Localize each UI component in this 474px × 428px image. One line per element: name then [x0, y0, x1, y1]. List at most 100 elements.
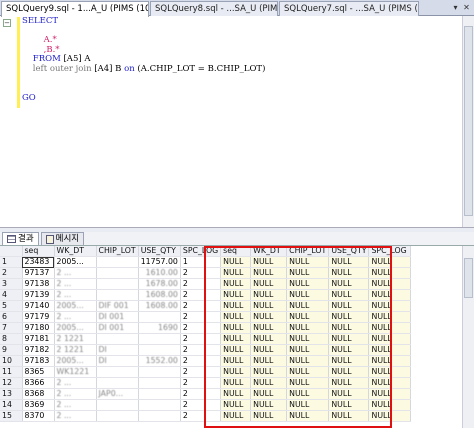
table-cell: NULL — [220, 333, 252, 346]
tab-label: SQLQuery7.sql - ...SA_U (PIMS (101)) — [284, 4, 418, 14]
row-number[interactable]: 2 — [0, 267, 23, 280]
row-number[interactable]: 14 — [0, 399, 23, 412]
table-cell: 2005... — [54, 256, 97, 269]
table-cell — [96, 410, 139, 423]
table-cell: 2 — [180, 388, 222, 401]
table-row[interactable]: 14 8369 2 ... 2 NULL NULL NULL NULL NULL — [0, 399, 412, 412]
change-tracking-bar — [17, 16, 20, 108]
column-header[interactable]: seq — [220, 246, 252, 258]
table-cell: NULL — [220, 278, 252, 291]
column-header[interactable]: SPC_LOG — [368, 246, 412, 258]
table-row[interactable]: 15 8370 2 ... 2 NULL NULL NULL NULL NULL — [0, 410, 412, 423]
table-row[interactable]: 12 8366 2 ... 2 NULL NULL NULL NULL NULL — [0, 377, 412, 390]
table-row[interactable]: 10 97183 2005... DI 1552.00 2 NULL NULL NULL NULL… — [0, 355, 412, 368]
table-row[interactable]: 11 8365 WK1221 2 NULL NULL NULL NULL NULL — [0, 366, 412, 379]
sql-code[interactable]: SELECT A.* ,B.* FROM [A5] A left outer j… — [22, 16, 265, 103]
column-header[interactable]: WK_DT — [54, 246, 97, 258]
column-header[interactable] — [0, 246, 23, 258]
table-cell: NULL — [328, 410, 370, 423]
table-row[interactable]: 7 97180 2005... DI 001 1690 2 NULL NULL NULL NULL… — [0, 322, 412, 335]
table-cell: NULL — [328, 355, 370, 368]
table-cell: NULL — [286, 289, 330, 302]
table-cell: NULL — [220, 256, 252, 269]
table-cell: NULL — [368, 388, 412, 401]
row-number[interactable]: 4 — [0, 289, 23, 302]
table-cell: NULL — [220, 366, 252, 379]
table-row[interactable]: 13 8368 2 ... JAP0... 2 NULL NULL NULL NULL NULL — [0, 388, 412, 401]
table-cell: NULL — [250, 377, 288, 390]
table-cell: 2 — [180, 289, 222, 302]
table-cell: NULL — [368, 300, 412, 313]
table-cell — [96, 278, 139, 291]
query-editor[interactable]: − SELECT A.* ,B.* FROM [A5] A left outer… — [0, 16, 474, 228]
table-cell: NULL — [368, 278, 412, 291]
tab-sqlquery9[interactable]: SQLQuery9.sql - 1...A_U (PIMS (103))* ✕ — [1, 1, 149, 17]
tab-sqlquery8[interactable]: SQLQuery8.sql - ...SA_U (PIMS (102)) — [150, 1, 278, 16]
table-cell — [96, 256, 139, 269]
table-cell: NULL — [286, 355, 330, 368]
table-row[interactable]: 2 97137 2 ... 1610.00 2 NULL NULL NULL NULL NULL — [0, 267, 412, 280]
table-cell: 97181 — [22, 333, 55, 346]
scroll-thumb[interactable] — [464, 258, 473, 298]
column-header[interactable]: USE_QTY — [328, 246, 370, 258]
table-cell: NULL — [220, 377, 252, 390]
editor-vertical-scrollbar[interactable] — [462, 16, 474, 227]
column-header[interactable]: WK_DT — [250, 246, 288, 258]
tab-sqlquery7[interactable]: SQLQuery7.sql - ...SA_U (PIMS (101)) — [279, 1, 419, 16]
table-row[interactable]: 1 23483 2005... 11757.00 1 NULL NULL NULL NULL NU… — [0, 256, 412, 269]
table-row[interactable]: 3 97138 2 ... 1678.00 2 NULL NULL NULL NULL NULL — [0, 278, 412, 291]
table-cell: NULL — [250, 289, 288, 302]
table-cell: NULL — [286, 366, 330, 379]
table-row[interactable]: 9 97182 2 1221 DI 2 NULL NULL NULL NULL NULL — [0, 344, 412, 357]
results-grid[interactable]: seq WK_DT CHIP_LOT USE_QTY SPC_LOG seq WK_DT CH… — [0, 246, 474, 428]
row-number[interactable]: 9 — [0, 344, 23, 357]
close-icon[interactable]: ✕ — [462, 2, 471, 13]
column-header[interactable]: CHIP_LOT — [96, 246, 139, 258]
table-row[interactable]: 8 97181 2 1221 2 NULL NULL NULL NULL NULL — [0, 333, 412, 346]
column-header[interactable]: CHIP_LOT — [286, 246, 330, 258]
results-vertical-scrollbar[interactable] — [462, 246, 474, 428]
table-cell: DIF 001 — [96, 300, 139, 313]
table-cell: 2 — [180, 333, 222, 346]
row-number[interactable]: 15 — [0, 410, 23, 423]
chevron-down-icon[interactable]: ▾ — [451, 2, 460, 13]
code-token: ,B.* — [22, 44, 60, 55]
tab-results[interactable]: 결과 — [2, 232, 39, 245]
table-cell: NULL — [286, 311, 330, 324]
table-cell: 97183 — [22, 355, 55, 368]
table-row[interactable]: 4 97139 2 ... 1608.00 2 NULL NULL NULL NULL NULL — [0, 289, 412, 302]
column-header[interactable]: SPC_LOG — [180, 246, 222, 258]
table-cell: NULL — [328, 311, 370, 324]
row-number[interactable]: 13 — [0, 388, 23, 401]
row-number[interactable]: 12 — [0, 377, 23, 390]
table-cell: NULL — [250, 333, 288, 346]
row-number[interactable]: 8 — [0, 333, 23, 346]
row-number[interactable]: 11 — [0, 366, 23, 379]
collapse-icon[interactable]: − — [3, 19, 11, 27]
table-cell: NULL — [328, 333, 370, 346]
scroll-thumb[interactable] — [464, 26, 473, 216]
table-cell: 2005... — [54, 300, 97, 313]
table-cell: NULL — [250, 399, 288, 412]
column-header[interactable]: USE_QTY — [138, 246, 181, 258]
row-number[interactable]: 10 — [0, 355, 23, 368]
table-cell: NULL — [220, 344, 252, 357]
column-header[interactable]: seq — [22, 246, 55, 258]
table-cell: 2 — [180, 278, 222, 291]
table-cell: NULL — [220, 355, 252, 368]
table-cell: 97180 — [22, 322, 55, 335]
row-number[interactable]: 1 — [0, 256, 23, 269]
row-number[interactable]: 3 — [0, 278, 23, 291]
table-cell: WK1221 — [54, 366, 97, 379]
tab-messages[interactable]: 메시지 — [40, 232, 85, 245]
table-cell: 2 1221 — [54, 333, 97, 346]
table-row[interactable]: 6 97179 2 ... DI 001 2 NULL NULL NULL NULL NULL — [0, 311, 412, 324]
row-number[interactable]: 5 — [0, 300, 23, 313]
table-cell: 97179 — [22, 311, 55, 324]
row-number[interactable]: 6 — [0, 311, 23, 324]
code-token: on — [124, 63, 138, 74]
table-row[interactable]: 5 97140 2005... DIF 001 1608.00 2 NULL NULL NULL… — [0, 300, 412, 313]
row-number[interactable]: 7 — [0, 322, 23, 335]
